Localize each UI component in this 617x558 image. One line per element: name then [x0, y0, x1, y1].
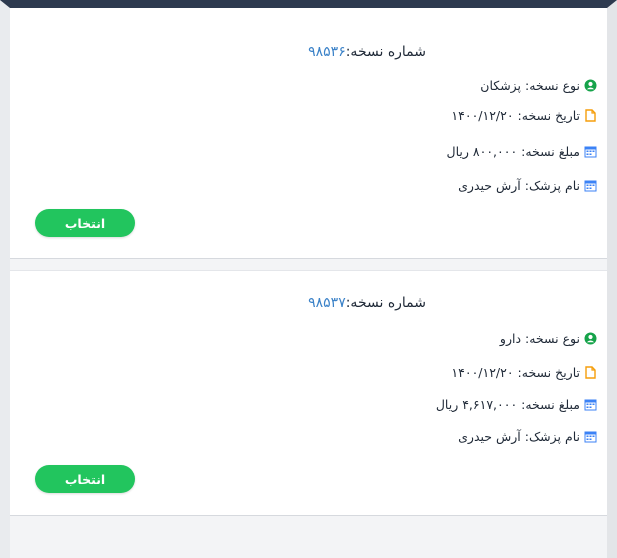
doctor-name: نام پزشک: آرش حیدری: [458, 178, 580, 193]
prescription-card: شماره نسخه:۹۸۵۳۷ نوع نسخه: دارو تاریخ نس…: [10, 270, 607, 516]
prescription-type-row: نوع نسخه: پزشکان: [480, 78, 597, 93]
calendar-icon: [584, 179, 597, 192]
prescription-date-row: تاریخ نسخه: ۱۴۰۰/۱۲/۲۰: [451, 365, 597, 380]
calendar-icon: [584, 430, 597, 443]
prescription-number-value: ۹۸۵۳۶: [308, 44, 346, 60]
user-circle-icon: [584, 332, 597, 345]
prescription-amount-row: مبلغ نسخه: ۴,۶۱۷,۰۰۰ ریال: [436, 397, 597, 412]
prescription-amount: مبلغ نسخه: ۸۰۰,۰۰۰ ریال: [446, 144, 580, 159]
doctor-name-row: نام پزشک: آرش حیدری: [458, 429, 597, 444]
prescription-amount: مبلغ نسخه: ۴,۶۱۷,۰۰۰ ریال: [435, 397, 580, 412]
doctor-name-row: نام پزشک: آرش حیدری: [458, 178, 597, 193]
calendar-icon: [584, 398, 597, 411]
prescription-date: تاریخ نسخه: ۱۴۰۰/۱۲/۲۰: [451, 365, 580, 380]
select-button[interactable]: انتخاب: [35, 209, 135, 237]
prescription-number: شماره نسخه:۹۸۵۳۷: [308, 295, 426, 311]
prescription-number-label: شماره نسخه:: [345, 295, 426, 311]
document-icon: [584, 366, 597, 379]
prescription-type-row: نوع نسخه: دارو: [500, 331, 597, 346]
prescription-date-row: تاریخ نسخه: ۱۴۰۰/۱۲/۲۰: [451, 108, 597, 123]
prescription-type: نوع نسخه: پزشکان: [480, 78, 580, 93]
doctor-name: نام پزشک: آرش حیدری: [458, 429, 580, 444]
document-icon: [584, 109, 597, 122]
prescription-number-value: ۹۸۵۳۷: [308, 295, 346, 311]
prescription-type: نوع نسخه: دارو: [499, 331, 580, 346]
select-button[interactable]: انتخاب: [35, 465, 135, 493]
prescription-date: تاریخ نسخه: ۱۴۰۰/۱۲/۲۰: [451, 108, 580, 123]
prescription-amount-row: مبلغ نسخه: ۸۰۰,۰۰۰ ریال: [447, 144, 597, 159]
calendar-icon: [584, 145, 597, 158]
prescription-number-label: شماره نسخه:: [345, 44, 426, 60]
prescription-number: شماره نسخه:۹۸۵۳۶: [308, 44, 426, 60]
user-circle-icon: [584, 79, 597, 92]
prescription-card: شماره نسخه:۹۸۵۳۶ نوع نسخه: پزشکان تاریخ …: [10, 8, 607, 259]
